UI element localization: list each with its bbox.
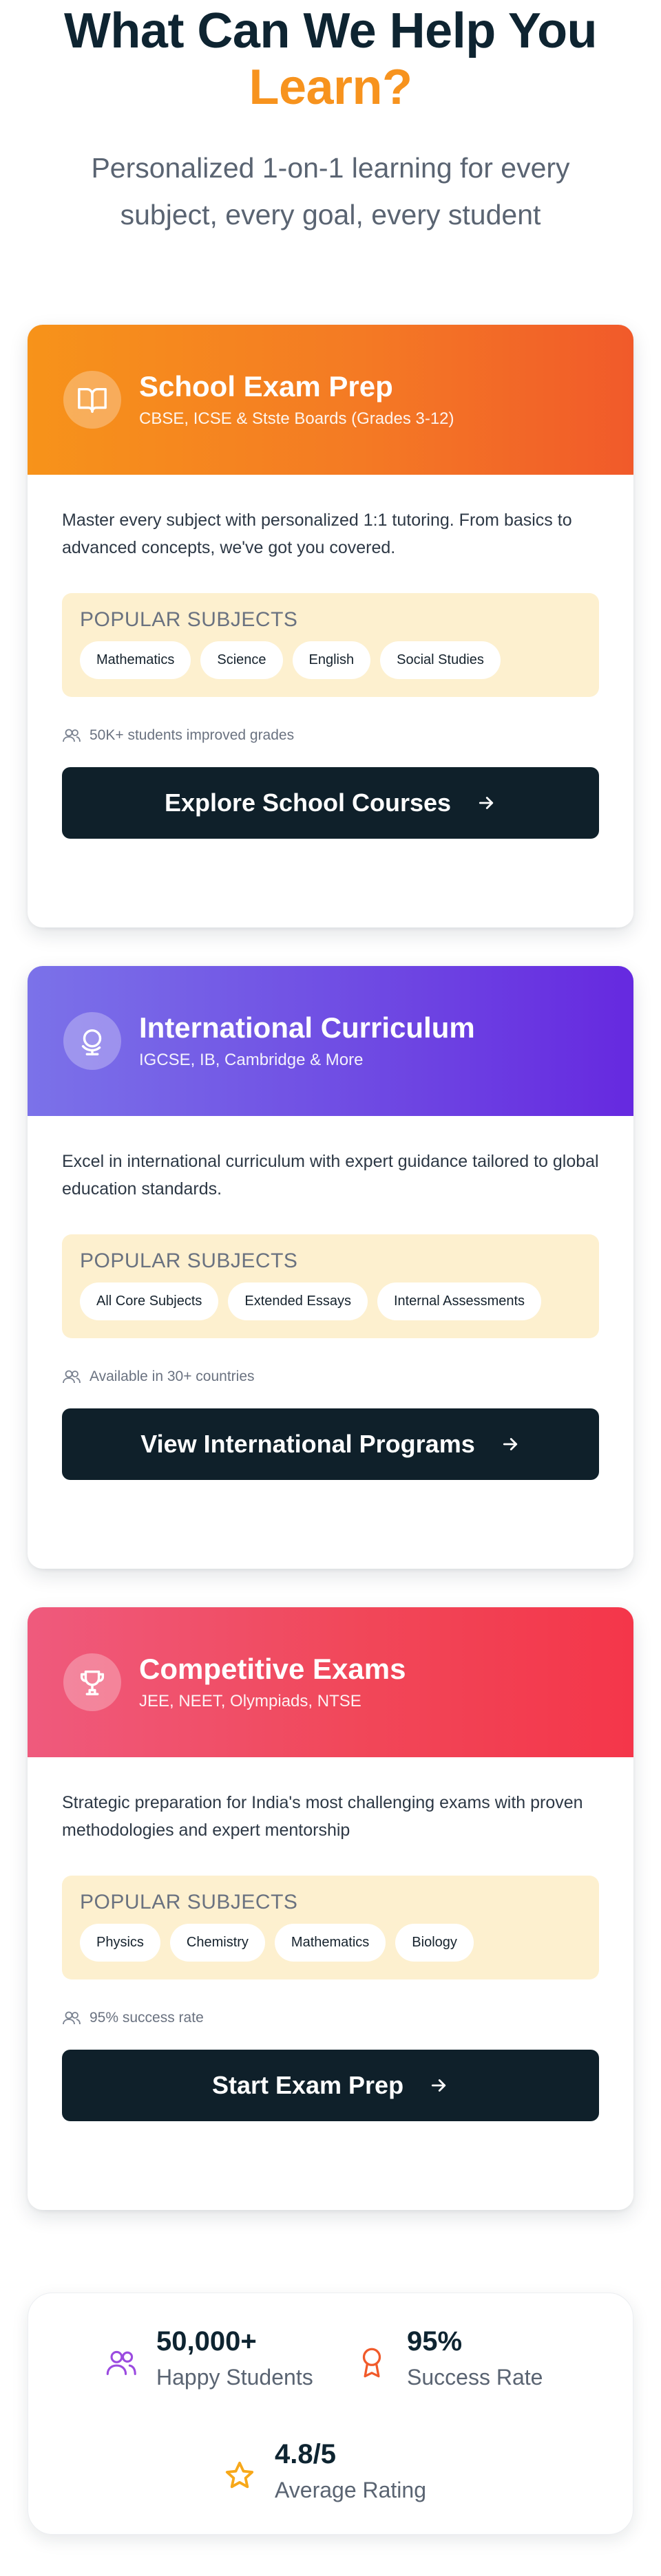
card-subtitle: CBSE, ICSE & Stste Boards (Grades 3-12) <box>139 409 454 428</box>
arrow-right-icon <box>476 793 496 813</box>
subject-pill[interactable]: Mathematics <box>274 1924 386 1962</box>
card-meta-text: 95% success rate <box>90 2010 204 2026</box>
popular-subjects-label: POPULAR SUBJECTS <box>80 1249 298 1272</box>
page-title: What Can We Help You Learn? <box>0 3 661 116</box>
page-title-line: What Can We Help You <box>63 3 598 58</box>
users-icon <box>62 1369 81 1384</box>
card-header: Competitive Exams JEE, NEET, Olympiads, … <box>28 1607 633 1757</box>
stat-label: Happy Students <box>156 2365 313 2390</box>
popular-subjects-box: POPULAR SUBJECTS All Core Subjects Exten… <box>62 1234 599 1338</box>
globe-icon <box>63 1012 121 1070</box>
stat-success-rate: 95% Success Rate <box>355 2323 543 2392</box>
card-subtitle: IGCSE, IB, Cambridge & More <box>139 1051 364 1069</box>
arrow-right-icon <box>428 2075 449 2096</box>
subject-pill[interactable]: Chemistry <box>169 1924 265 1962</box>
card-meta-text: Available in 30+ countries <box>90 1368 255 1384</box>
stat-value: 50,000+ <box>156 2326 257 2357</box>
stat-value: 95% <box>407 2326 463 2357</box>
card-header: School Exam Prep CBSE, ICSE & Stste Boar… <box>28 325 633 475</box>
trophy-icon <box>63 1653 121 1711</box>
subject-pill[interactable]: Mathematics <box>80 641 191 679</box>
page-title-accent: Learn? <box>249 60 412 115</box>
stat-happy-students: 50,000+ Happy Students <box>104 2323 313 2392</box>
subject-pill[interactable]: Biology <box>395 1924 474 1962</box>
card-meta-text: 50K+ students improved grades <box>90 727 295 743</box>
subject-pill[interactable]: Physics <box>80 1924 160 1962</box>
cta-label: View International Programs <box>140 1430 475 1458</box>
card-description: Strategic preparation for India's most c… <box>62 1793 583 1840</box>
card-subtitle: JEE, NEET, Olympiads, NTSE <box>139 1692 361 1710</box>
stat-average-rating: 4.8/5 Average Rating <box>222 2436 426 2505</box>
arrow-right-icon <box>500 1434 521 1455</box>
subject-pill[interactable]: Science <box>200 641 283 679</box>
card-description: Excel in international curriculum with e… <box>62 1152 599 1199</box>
explore-school-courses-button[interactable]: Explore School Courses <box>62 767 599 839</box>
book-icon <box>63 371 121 429</box>
cta-label: Explore School Courses <box>164 788 452 817</box>
card-header: International Curriculum IGCSE, IB, Camb… <box>28 966 633 1116</box>
start-exam-prep-button[interactable]: Start Exam Prep <box>62 2050 599 2121</box>
card-competitive-exams: Competitive Exams JEE, NEET, Olympiads, … <box>28 1607 633 2210</box>
star-icon <box>222 2458 257 2493</box>
popular-subjects-label: POPULAR SUBJECTS <box>80 1891 298 1913</box>
subject-pill[interactable]: Social Studies <box>380 641 501 679</box>
card-international-curriculum: International Curriculum IGCSE, IB, Camb… <box>28 966 633 1569</box>
cta-label: Start Exam Prep <box>211 2071 404 2099</box>
subject-pill[interactable]: All Core Subjects <box>80 1282 219 1320</box>
popular-subjects-box: POPULAR SUBJECTS Mathematics Science Eng… <box>62 593 599 697</box>
page-subtitle: Personalized 1-on-1 learning for every s… <box>91 152 570 230</box>
card-title: Competitive Exams <box>139 1653 406 1685</box>
stat-value: 4.8/5 <box>275 2439 336 2469</box>
stats-panel: 50,000+ Happy Students 95% Success Rate … <box>28 2293 633 2535</box>
subject-pill[interactable]: Extended Essays <box>228 1282 368 1320</box>
card-title: School Exam Prep <box>139 370 393 402</box>
subject-pill[interactable]: English <box>292 641 371 679</box>
hero-section: What Can We Help You Learn? Personalized… <box>0 3 661 238</box>
stat-label: Success Rate <box>407 2365 543 2390</box>
card-meta: 50K+ students improved grades <box>62 727 599 744</box>
popular-subjects-box: POPULAR SUBJECTS Physics Chemistry Mathe… <box>62 1876 599 1979</box>
card-meta: Available in 30+ countries <box>62 1368 599 1385</box>
popular-subjects-label: POPULAR SUBJECTS <box>80 608 298 631</box>
users-icon <box>62 728 81 743</box>
card-title: International Curriculum <box>139 1011 475 1044</box>
stat-label: Average Rating <box>275 2478 426 2502</box>
card-meta: 95% success rate <box>62 2010 599 2026</box>
card-school-exam-prep: School Exam Prep CBSE, ICSE & Stste Boar… <box>28 325 633 927</box>
users-icon <box>104 2346 138 2380</box>
view-international-programs-button[interactable]: View International Programs <box>62 1408 599 1480</box>
users-icon <box>62 2010 81 2026</box>
award-icon <box>355 2346 389 2380</box>
subject-pill[interactable]: Internal Assessments <box>377 1282 542 1320</box>
card-description: Master every subject with personalized 1… <box>62 511 572 557</box>
